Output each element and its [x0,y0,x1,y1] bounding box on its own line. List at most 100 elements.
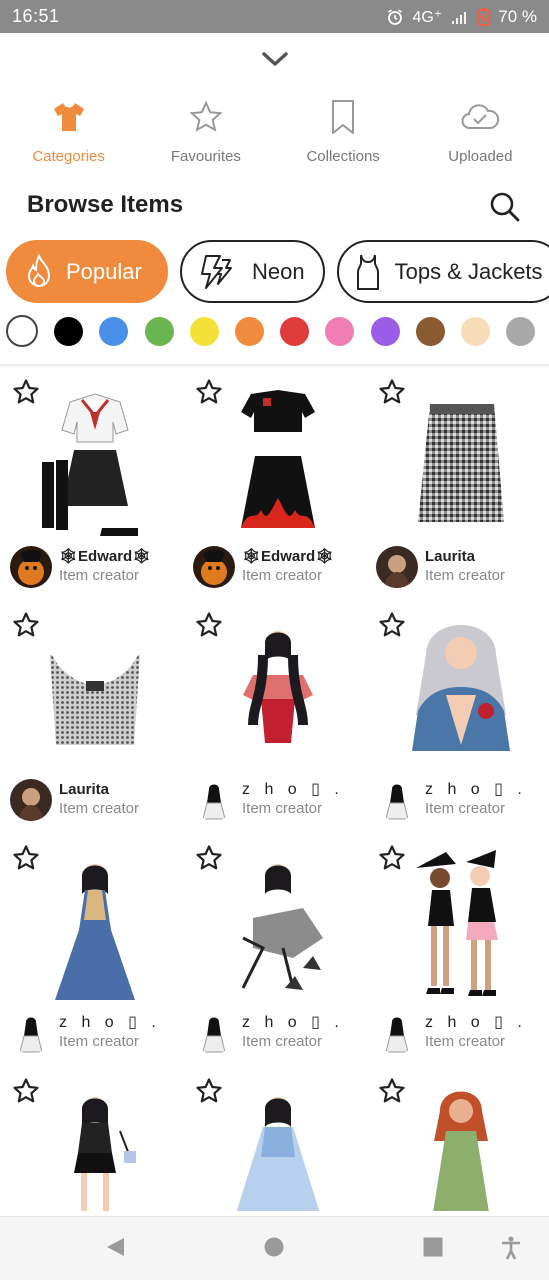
creator-name: z h o ▯ . [59,1014,161,1031]
creator-name: z h o ▯ . [425,781,527,798]
tab-categories[interactable]: Categories [0,96,137,176]
color-swatch[interactable] [99,317,129,346]
avatar [376,779,418,821]
collapse-button[interactable] [259,48,291,70]
color-swatch[interactable] [415,317,445,346]
creator-role: Item creator [242,567,323,584]
item-creator[interactable]: 🕸Edward🕸 Item creator [193,545,334,589]
status-bar: 16:51 4G⁺ 70 % [0,0,549,33]
item-card[interactable]: z h o ▯ . Item creator [183,838,366,1071]
accessibility-button[interactable] [500,1236,522,1265]
chip-label: Neon [252,258,305,284]
color-swatch[interactable] [280,317,310,346]
bookmark-icon [332,100,355,134]
avatar [10,779,52,821]
creator-role: Item creator [59,1033,140,1050]
page-title: Browse Items [27,191,184,218]
creator-name: Laurita [425,548,476,565]
tank-top-icon [356,254,379,290]
chevron-down-icon [262,52,288,66]
color-swatch[interactable] [370,317,400,346]
item-card[interactable] [183,1071,366,1211]
avatar [376,1012,418,1054]
search-button[interactable] [486,188,524,226]
network-indicator: 4G⁺ [412,8,443,26]
creator-role: Item creator [425,800,506,817]
creator-name: 🕸Edward🕸 [59,548,152,565]
item-creator[interactable]: z h o ▯ . Item creator [376,778,527,822]
color-filter [6,315,549,349]
tab-collections[interactable]: Collections [275,96,412,176]
home-button[interactable] [263,1236,285,1263]
color-swatch[interactable] [234,317,264,346]
creator-name: z h o ▯ . [425,1014,527,1031]
item-thumbnail [396,1081,526,1211]
item-thumbnail [396,615,526,775]
color-swatch[interactable] [6,315,38,347]
cloud-check-icon [461,104,500,129]
avatar [10,546,52,588]
tab-label: Favourites [170,148,241,165]
tab-label: Uploaded [448,148,513,165]
item-creator[interactable]: z h o ▯ . Item creator [193,1011,344,1055]
alarm-icon [388,8,403,25]
color-swatch[interactable] [144,317,174,346]
creator-role: Item creator [242,800,323,817]
category-chips: Popular Neon Tops & Jackets [6,240,549,304]
back-triangle-icon [107,1238,124,1256]
creator-name: z h o ▯ . [242,781,344,798]
tshirt-icon [53,103,84,131]
tab-favourites[interactable]: Favourites [137,96,274,176]
item-thumbnail [30,1081,160,1211]
color-swatch[interactable] [189,317,219,346]
star-icon [189,100,223,132]
item-creator[interactable]: z h o ▯ . Item creator [193,778,344,822]
item-thumbnail [396,848,526,1008]
item-creator[interactable]: 🕸Edward🕸 Item creator [10,545,151,589]
chip-popular[interactable]: Popular [6,240,168,303]
item-creator[interactable]: Laurita Item creator [10,778,139,822]
item-thumbnail [213,382,343,542]
item-creator[interactable]: z h o ▯ . Item creator [376,1011,527,1055]
item-card[interactable]: z h o ▯ . Item creator [183,605,366,838]
recents-button[interactable] [422,1236,444,1263]
back-button[interactable] [104,1236,126,1263]
item-thumbnail [30,382,160,542]
tab-uploaded[interactable]: Uploaded [412,96,549,176]
tab-label: Collections [306,148,380,165]
fire-icon [27,253,51,287]
divider [0,364,549,368]
status-time: 16:51 [12,6,60,26]
color-swatch[interactable] [54,317,84,346]
tab-label: Categories [32,148,105,165]
item-card[interactable]: z h o ▯ . Item creator [366,605,549,838]
chip-label: Popular [66,258,142,284]
creator-name: z h o ▯ . [242,1014,344,1031]
item-creator[interactable]: Laurita Item creator [376,545,505,589]
item-creator[interactable]: z h o ▯ . Item creator [10,1011,161,1055]
color-swatch[interactable] [506,317,536,346]
item-thumbnail [30,848,160,1008]
color-swatch[interactable] [460,317,490,346]
home-circle-icon [264,1237,284,1257]
chip-neon[interactable]: Neon [180,240,325,303]
creator-role: Item creator [59,800,140,817]
item-card[interactable]: Laurita Item creator [0,605,183,838]
item-card[interactable]: Laurita Item creator [366,372,549,605]
chip-tops-jackets[interactable]: Tops & Jackets [336,240,549,303]
status-icons: 4G⁺ 70 % [386,7,537,27]
item-card[interactable]: z h o ▯ . Item creator [0,838,183,1071]
creator-role: Item creator [242,1033,323,1050]
item-card[interactable]: 🕸Edward🕸 Item creator [0,372,183,605]
item-card[interactable] [0,1071,183,1211]
system-nav-bar [0,1216,549,1280]
tab-bar: Categories Favourites Collections Upload… [0,96,549,176]
chip-label: Tops & Jackets [394,258,543,284]
avatar [193,779,235,821]
item-card[interactable]: 🕸Edward🕸 Item creator [183,372,366,605]
search-icon [490,192,520,222]
color-swatch[interactable] [325,317,355,346]
item-card[interactable]: z h o ▯ . Item creator [366,838,549,1071]
item-card[interactable] [366,1071,549,1211]
creator-role: Item creator [425,1033,506,1050]
